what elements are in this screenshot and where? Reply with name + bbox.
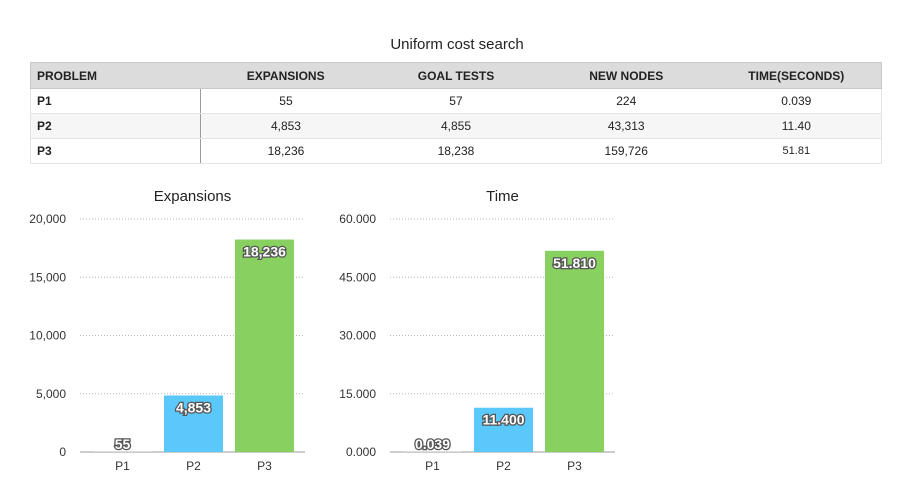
bar-value-label: 55 bbox=[115, 436, 131, 452]
bar bbox=[235, 239, 294, 452]
table-cell: 55 bbox=[200, 88, 372, 114]
table-cell: P3 bbox=[30, 138, 201, 164]
table-cell: P1 bbox=[30, 88, 201, 114]
table-cell: 51.81 bbox=[711, 138, 882, 164]
y-tick-label: 30.000 bbox=[339, 329, 376, 343]
column-header: NEW NODES bbox=[540, 62, 712, 89]
column-header: GOAL TESTS bbox=[371, 62, 541, 89]
y-tick-label: 5,000 bbox=[36, 387, 66, 401]
table-cell: 4,855 bbox=[371, 113, 541, 139]
bar-value-label: 51.810 bbox=[553, 255, 596, 271]
x-tick-label: P3 bbox=[257, 459, 272, 473]
results-table: PROBLEM EXPANSIONS GOAL TESTS NEW NODES … bbox=[30, 62, 882, 164]
table-title: Uniform cost search bbox=[390, 36, 524, 53]
column-header: PROBLEM bbox=[30, 62, 201, 89]
y-tick-label: 15,000 bbox=[29, 270, 66, 284]
table-cell: 224 bbox=[540, 88, 712, 114]
chart-title: Expansions bbox=[154, 188, 232, 205]
y-tick-label: 45.000 bbox=[339, 270, 376, 284]
table-row: P1 55 57 224 0.039 bbox=[30, 88, 882, 114]
table-cell: 4,853 bbox=[200, 113, 372, 139]
x-tick-label: P2 bbox=[186, 459, 201, 473]
table-row: P3 18,236 18,238 159,726 51.81 bbox=[30, 138, 882, 164]
bar-value-label: 4,853 bbox=[176, 399, 211, 415]
y-tick-label: 20,000 bbox=[29, 212, 66, 226]
table-header-row: PROBLEM EXPANSIONS GOAL TESTS NEW NODES … bbox=[30, 62, 882, 89]
table-cell: 43,313 bbox=[540, 113, 712, 139]
y-tick-label: 15.000 bbox=[339, 387, 376, 401]
x-tick-label: P1 bbox=[425, 459, 440, 473]
y-tick-label: 0.000 bbox=[346, 445, 376, 459]
y-tick-label: 10,000 bbox=[29, 329, 66, 343]
table-cell: 0.039 bbox=[711, 88, 882, 114]
table-row: P2 4,853 4,855 43,313 11.40 bbox=[30, 113, 882, 139]
bar bbox=[545, 250, 604, 452]
expansions-chart: Expansions 0 5,000 10,000 15,000 20,000 55 P1 4,… bbox=[29, 188, 305, 473]
x-tick-label: P3 bbox=[567, 459, 582, 473]
table-cell: 57 bbox=[371, 88, 541, 114]
table-cell: P2 bbox=[30, 113, 201, 139]
table-cell: 11.40 bbox=[711, 113, 882, 139]
table-cell: 18,238 bbox=[371, 138, 541, 164]
bar-value-label: 11.400 bbox=[482, 412, 524, 428]
bar-value-label: 0.039 bbox=[415, 436, 450, 452]
y-tick-label: 0 bbox=[59, 445, 66, 459]
column-header: TIME(SECONDS) bbox=[711, 62, 882, 89]
time-chart: Time 0.000 15.000 30.000 45.000 60.000 0.039 P1… bbox=[339, 188, 615, 473]
y-tick-label: 60.000 bbox=[339, 212, 376, 226]
table-cell: 18,236 bbox=[200, 138, 372, 164]
x-tick-label: P1 bbox=[115, 459, 130, 473]
bar-value-label: 18,236 bbox=[243, 244, 286, 260]
chart-title: Time bbox=[486, 188, 519, 205]
column-header: EXPANSIONS bbox=[200, 62, 372, 89]
table-cell: 159,726 bbox=[540, 138, 712, 164]
x-tick-label: P2 bbox=[496, 459, 511, 473]
